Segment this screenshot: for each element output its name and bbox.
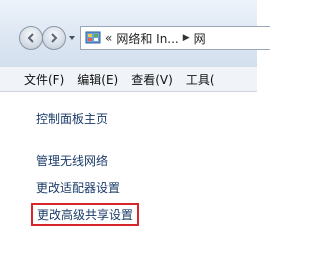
- back-arrow-icon: [27, 33, 34, 43]
- menu-file[interactable]: 文件(F): [24, 71, 64, 88]
- menu-edit[interactable]: 编辑(E): [77, 71, 118, 88]
- menu-tools[interactable]: 工具(: [186, 71, 215, 88]
- forward-button[interactable]: [42, 26, 66, 50]
- explorer-window: « 网络和 In... ▶ 网 文件(F) 编辑(E) 查看(V) 工具( 控制…: [0, 0, 270, 253]
- address-overflow-indicator[interactable]: «: [105, 31, 112, 45]
- back-button[interactable]: [19, 26, 43, 50]
- chevron-down-icon: [69, 36, 75, 40]
- control-panel-home-link[interactable]: 控制面板主页: [36, 110, 108, 127]
- manage-wireless-networks-link[interactable]: 管理无线网络: [36, 152, 108, 169]
- control-panel-icon: [85, 31, 101, 44]
- breadcrumb-network-internet[interactable]: 网络和 In...: [116, 30, 178, 47]
- menu-bar: 文件(F) 编辑(E) 查看(V) 工具(: [0, 66, 257, 92]
- task-pane: 控制面板主页 管理无线网络 更改适配器设置 更改高级共享设置: [0, 92, 257, 253]
- navigation-bar: « 网络和 In... ▶ 网: [0, 0, 270, 66]
- recent-pages-button[interactable]: [68, 34, 76, 42]
- change-advanced-sharing-settings-link[interactable]: 更改高级共享设置: [31, 203, 140, 226]
- breadcrumb-network-sharing[interactable]: 网: [194, 30, 206, 47]
- change-adapter-settings-link[interactable]: 更改适配器设置: [36, 179, 120, 196]
- forward-arrow-icon: [51, 33, 58, 43]
- address-bar[interactable]: « 网络和 In... ▶ 网: [80, 26, 270, 50]
- menu-view[interactable]: 查看(V): [131, 71, 173, 88]
- breadcrumb-arrow-icon[interactable]: ▶: [183, 33, 190, 43]
